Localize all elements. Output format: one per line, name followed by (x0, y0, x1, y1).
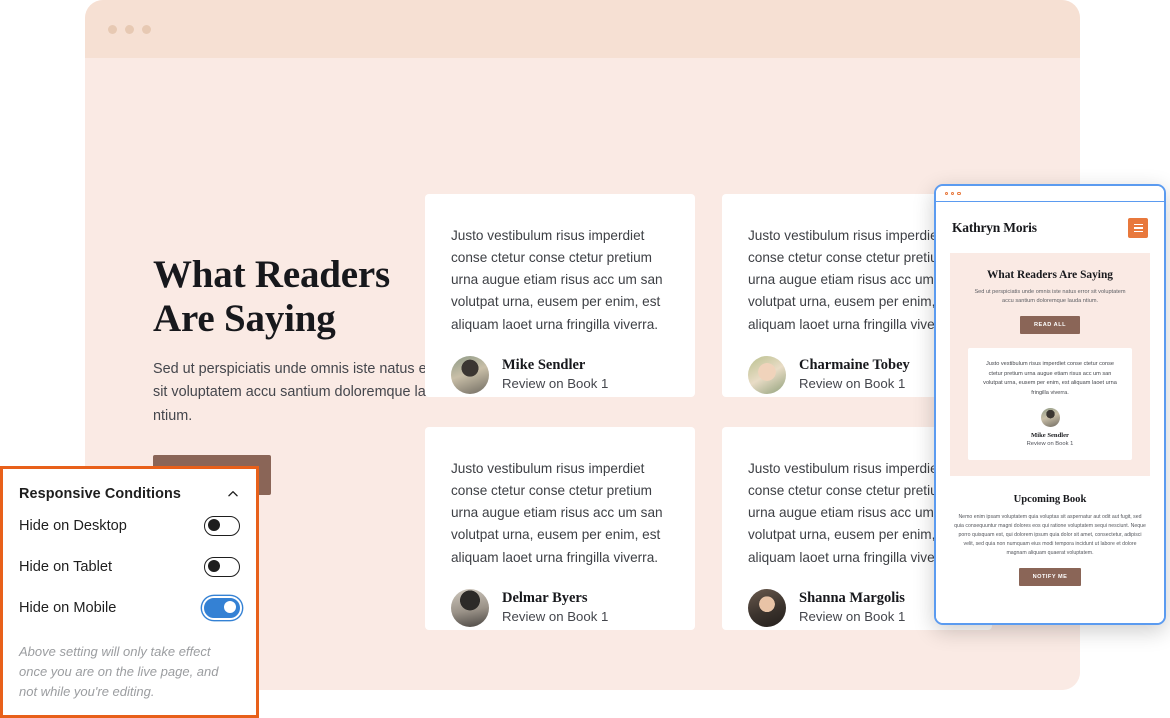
chevron-up-icon[interactable] (226, 487, 240, 501)
testimonial-quote: Justo vestibulum risus imperdiet conse c… (451, 461, 663, 565)
testimonial-card: Justo vestibulum risus imperdiet conse c… (425, 427, 695, 630)
testimonial-author-name: Shanna Margolis (799, 590, 905, 607)
testimonial-author-subtitle: Review on Book 1 (502, 609, 609, 625)
mobile-hero-subtitle: Sed ut perspiciatis unde omnis iste natu… (974, 289, 1126, 305)
close-dot-icon[interactable] (108, 24, 117, 34)
testimonial-author: Delmar Byers Review on Book 1 (451, 588, 669, 627)
row-hide-on-mobile: Hide on Mobile (19, 587, 240, 628)
minimize-dot-icon[interactable] (951, 191, 955, 196)
panel-title: Responsive Conditions (19, 486, 182, 502)
mobile-testimonial-author-name: Mike Sendler (1031, 432, 1069, 440)
responsive-conditions-panel: Responsive Conditions Hide on Desktop Hi… (0, 466, 259, 718)
hide-on-tablet-label: Hide on Tablet (19, 558, 113, 575)
testimonial-grid: Justo vestibulum risus imperdiet conse c… (425, 194, 992, 630)
testimonial-author-name: Mike Sendler (502, 357, 586, 374)
maximize-dot-icon[interactable] (957, 191, 961, 196)
responsive-conditions-header[interactable]: Responsive Conditions (19, 469, 240, 505)
screenshot-stage: What Readers Are Saying Sed ut perspicia… (0, 0, 1170, 718)
minimize-dot-icon[interactable] (125, 24, 134, 34)
notify-me-button[interactable]: NOTIFY ME (1018, 567, 1082, 586)
mobile-upcoming-title: Upcoming Book (1013, 493, 1087, 505)
row-hide-on-desktop: Hide on Desktop (19, 505, 240, 546)
testimonial-author-subtitle: Review on Book 1 (799, 609, 906, 625)
page-title: What Readers Are Saying (153, 253, 453, 342)
mobile-upcoming-body: Nemo enim ipsam voluptatem quia voluptas… (954, 513, 1146, 556)
testimonial-author-subtitle: Review on Book 1 (799, 376, 906, 392)
avatar (451, 355, 489, 394)
browser-title-bar (85, 0, 1080, 58)
avatar (748, 588, 786, 627)
mobile-read-all-button[interactable]: READ ALL (1019, 316, 1081, 335)
testimonial-author-name: Charmaine Tobey (799, 357, 910, 374)
mobile-testimonial-card: Justo vestibulum risus imperdiet conse c… (968, 348, 1132, 460)
testimonial-quote: Justo vestibulum risus imperdiet conse c… (451, 228, 663, 332)
mobile-preview-canvas: Kathryn Moris What Readers Are Saying Se… (936, 202, 1164, 623)
testimonial-author-subtitle: Review on Book 1 (502, 376, 609, 392)
testimonial-author: Mike Sendler Review on Book 1 (451, 355, 669, 394)
testimonial-card: Justo vestibulum risus imperdiet conse c… (425, 194, 695, 397)
hide-on-mobile-label: Hide on Mobile (19, 599, 117, 616)
hero-section: What Readers Are Saying Sed ut perspicia… (153, 253, 453, 495)
hamburger-menu-icon[interactable] (1128, 218, 1148, 238)
page-title-line-2: Are Saying (153, 297, 336, 341)
mobile-site-header: Kathryn Moris (936, 202, 1164, 253)
window-control-dots (108, 24, 151, 34)
avatar (1040, 408, 1060, 428)
page-title-line-1: What Readers (153, 253, 390, 296)
avatar (451, 588, 489, 627)
hero-subtitle: Sed ut perspiciatis unde omnis iste natu… (153, 360, 450, 424)
hide-on-desktop-toggle[interactable] (204, 515, 240, 536)
mobile-preview-title-bar (936, 186, 1164, 202)
row-hide-on-tablet: Hide on Tablet (19, 546, 240, 587)
avatar (748, 355, 786, 394)
mobile-hero-title: What Readers Are Saying (986, 269, 1114, 281)
hide-on-mobile-toggle[interactable] (204, 597, 240, 618)
hide-on-desktop-label: Hide on Desktop (19, 517, 127, 534)
site-brand-name: Kathryn Moris (952, 220, 1037, 235)
mobile-preview-window[interactable]: Kathryn Moris What Readers Are Saying Se… (934, 184, 1166, 625)
panel-help-note: Above setting will only take effect once… (19, 644, 219, 699)
testimonial-author-name: Delmar Byers (502, 590, 588, 607)
mobile-testimonial-quote: Justo vestibulum risus imperdiet conse c… (983, 361, 1117, 396)
close-dot-icon[interactable] (945, 191, 949, 196)
hide-on-tablet-toggle[interactable] (204, 556, 240, 577)
maximize-dot-icon[interactable] (142, 24, 151, 34)
mobile-hero-section: What Readers Are Saying Sed ut perspicia… (950, 253, 1150, 476)
mobile-upcoming-book-section: Upcoming Book Nemo enim ipsam voluptatem… (936, 475, 1164, 602)
mobile-testimonial-author-subtitle: Review on Book 1 (1026, 440, 1074, 447)
